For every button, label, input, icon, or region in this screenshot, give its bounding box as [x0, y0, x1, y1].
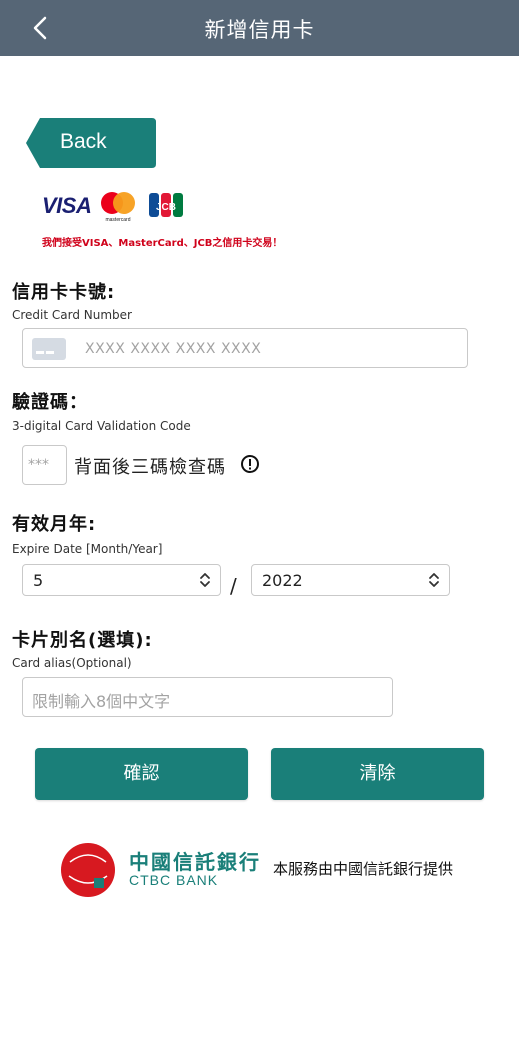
top-bar: 新增信用卡	[0, 0, 519, 56]
expiry-year-select[interactable]: 2022	[251, 564, 450, 596]
cvv-hint: 背面後三碼檢查碼	[74, 457, 226, 478]
bank-name-en: CTBC BANK	[129, 872, 219, 888]
alias-label: 卡片別名(選填):	[12, 630, 153, 651]
card-number-label-en: Credit Card Number	[12, 308, 132, 322]
card-number-label: 信用卡卡號:	[12, 282, 116, 303]
expiry-separator: /	[230, 574, 237, 598]
accepted-cards-note: 我們接受VISA、MasterCard、JCB之信用卡交易！	[42, 238, 283, 249]
expiry-month-value: 5	[33, 571, 44, 590]
back-button-label: Back	[60, 130, 107, 153]
service-provider-note: 本服務由中國信託銀行提供	[273, 860, 454, 878]
alias-label-en: Card alias(Optional)	[12, 656, 132, 670]
chevron-updown-icon	[429, 573, 439, 587]
expiry-label: 有效月年:	[12, 514, 97, 535]
cvv-label-en: 3-digital Card Validation Code	[12, 419, 191, 433]
alias-placeholder: 限制輸入8個中文字	[32, 692, 171, 711]
clear-button[interactable]: 清除	[271, 748, 484, 800]
info-icon[interactable]	[240, 454, 260, 474]
cvv-input[interactable]: ***	[22, 445, 67, 485]
expiry-month-select[interactable]: 5	[22, 564, 221, 596]
bank-name-zh: 中國信託銀行	[129, 850, 261, 874]
confirm-button[interactable]: 確認	[35, 748, 248, 800]
mastercard-logo: mastercard	[101, 192, 135, 222]
ctbc-family-logo	[61, 843, 115, 897]
chevron-updown-icon	[200, 573, 210, 587]
back-button[interactable]: Back	[26, 118, 156, 168]
expiry-label-en: Expire Date [Month/Year]	[12, 542, 163, 556]
jcb-logo: JCB	[149, 193, 183, 217]
cvv-label: 驗證碼：	[12, 392, 88, 413]
credit-card-icon	[32, 338, 66, 360]
jcb-wordmark: JCB	[156, 202, 176, 213]
card-number-placeholder: XXXX XXXX XXXX XXXX	[85, 341, 262, 357]
page-title: 新增信用卡	[204, 18, 315, 42]
card-number-input[interactable]: XXXX XXXX XXXX XXXX	[22, 328, 468, 368]
expiry-year-value: 2022	[262, 571, 303, 590]
alias-input[interactable]: 限制輸入8個中文字	[22, 677, 393, 717]
visa-logo: VISA	[42, 193, 92, 218]
cvv-placeholder: ***	[28, 457, 49, 473]
mastercard-wordmark: mastercard	[105, 217, 130, 222]
